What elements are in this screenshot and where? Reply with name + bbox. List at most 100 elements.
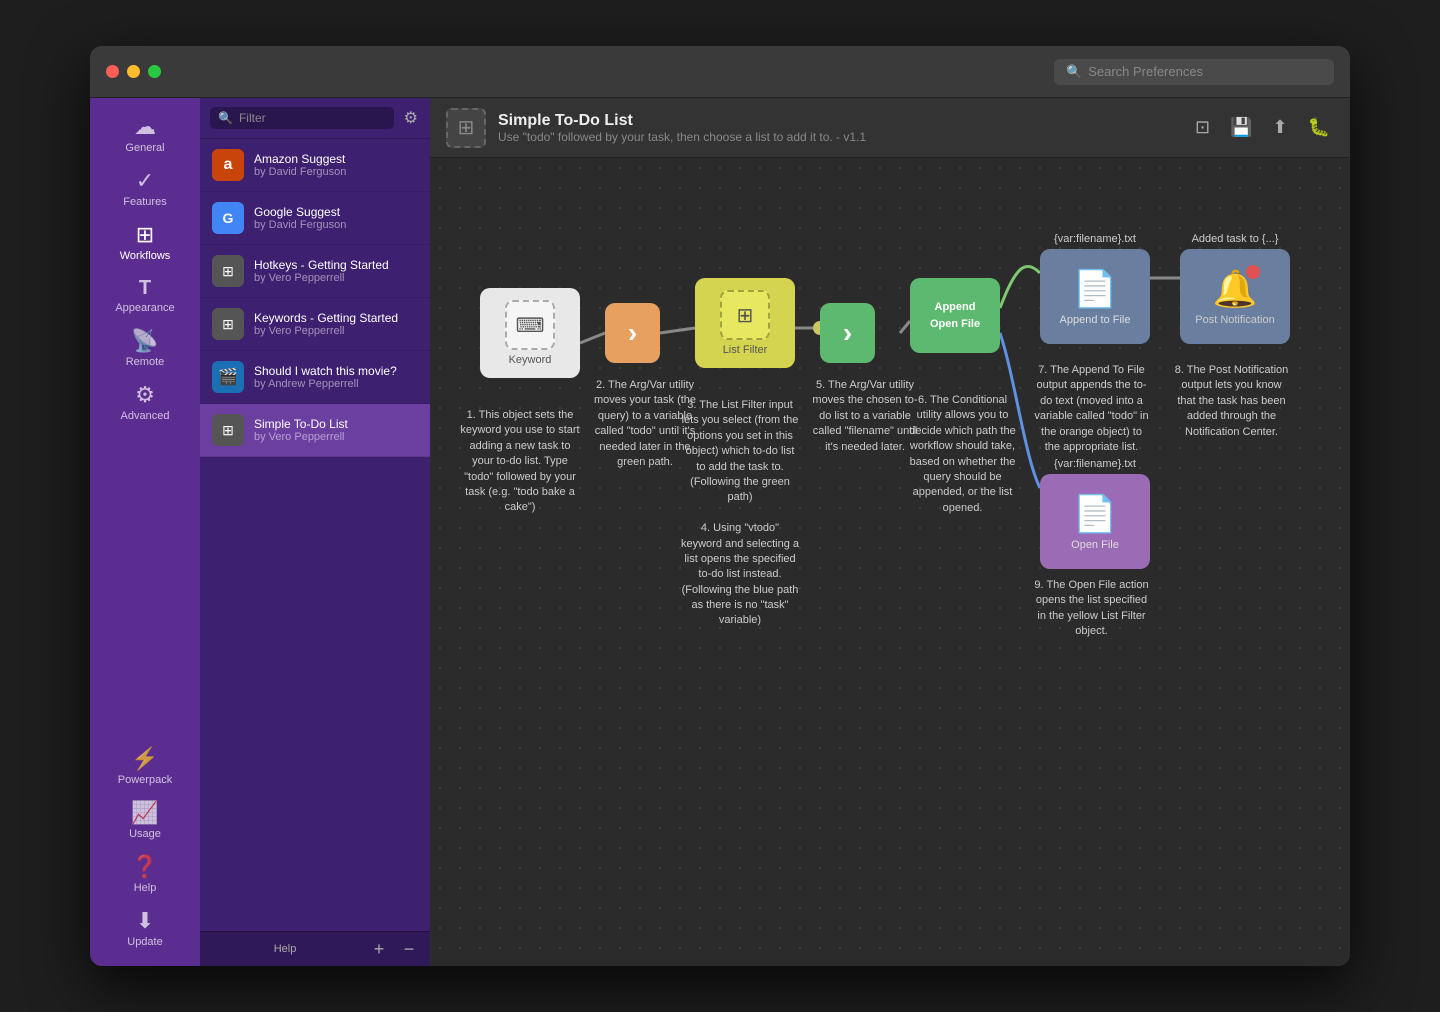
todo-icon: ⊞ [212, 414, 244, 446]
amazon-author: by David Ferguson [254, 166, 418, 178]
workflow-main-title: Simple To-Do List [498, 112, 1191, 130]
hotkeys-icon: ⊞ [212, 255, 244, 287]
sidebar-item-advanced[interactable]: ⚙ Advanced [90, 376, 200, 430]
search-icon: 🔍 [1066, 64, 1082, 80]
append-open-node[interactable]: Append Open File [910, 278, 1000, 353]
usage-icon: 📈 [131, 802, 158, 824]
append-file-node[interactable]: {var:filename}.txt 📄 Append to File [1040, 233, 1150, 344]
google-title: Google Suggest [254, 205, 418, 219]
sidebar-item-features[interactable]: ✓ Features [90, 162, 200, 216]
list-filter-label: List Filter [723, 344, 768, 356]
close-button[interactable] [106, 65, 119, 78]
list-item[interactable]: ⊞ Keywords - Getting Started by Vero Pep… [200, 298, 430, 351]
todo-author: by Vero Pepperrell [254, 431, 418, 443]
canvas-inner: ⌨ Keyword › [450, 178, 1350, 928]
filter-input-wrap[interactable]: 🔍 [210, 107, 394, 129]
list-item[interactable]: ⊞ Simple To-Do List by Vero Pepperrell [200, 404, 430, 457]
keywords-item-text: Keywords - Getting Started by Vero Peppe… [254, 311, 418, 337]
desc-append-file: 7. The Append To File output appends the… [1034, 363, 1149, 455]
arg-var-1-node[interactable]: › [605, 303, 660, 363]
workflow-items: a Amazon Suggest by David Ferguson G Goo… [200, 139, 430, 931]
main-window: 🔍 ☁ General ✓ Features ⊞ Workflows T App… [90, 46, 1350, 966]
search-preferences-input[interactable] [1088, 64, 1322, 79]
sidebar-label-powerpack: Powerpack [118, 774, 172, 786]
movie-icon: 🎬 [212, 361, 244, 393]
open-file-node[interactable]: {var:filename}.txt 📄 Open File [1040, 458, 1150, 569]
appearance-icon: T [139, 278, 151, 298]
minimize-button[interactable] [127, 65, 140, 78]
list-item[interactable]: ⊞ Hotkeys - Getting Started by Vero Pepp… [200, 245, 430, 298]
amazon-icon: a [212, 149, 244, 181]
workflow-action-btn-2[interactable]: 💾 [1226, 113, 1256, 142]
header-actions: ⊡ 💾 ⬆ 🐛 [1191, 113, 1334, 142]
workflow-action-btn-3[interactable]: ⬆ [1268, 113, 1291, 142]
sidebar-label-appearance: Appearance [115, 302, 174, 314]
update-icon: ⬇ [136, 910, 154, 932]
canvas-area[interactable]: ⌨ Keyword › [430, 158, 1350, 966]
keywords-icon: ⊞ [212, 308, 244, 340]
titlebar: 🔍 [90, 46, 1350, 98]
workflow-action-btn-4[interactable]: 🐛 [1304, 113, 1334, 142]
append-file-label: Append to File [1060, 314, 1131, 326]
keywords-title: Keywords - Getting Started [254, 311, 418, 325]
arg1-symbol: › [628, 317, 637, 349]
filter-input[interactable] [239, 111, 386, 125]
add-workflow-button[interactable]: + [368, 938, 390, 960]
workflow-subtitle: Use "todo" followed by your task, then c… [498, 130, 1191, 144]
sidebar-item-update[interactable]: ⬇ Update [90, 902, 200, 956]
append-label1: Append [935, 300, 976, 314]
open-file-filename: {var:filename}.txt [1054, 458, 1136, 470]
file-icon: 📄 [1073, 268, 1118, 310]
desc-open-file: 9. The Open File action opens the list s… [1034, 578, 1149, 640]
workflow-icon-symbol: ⊞ [458, 115, 475, 140]
list-item[interactable]: G Google Suggest by David Ferguson [200, 192, 430, 245]
keyword-node[interactable]: ⌨ Keyword [480, 288, 580, 378]
sidebar-item-remote[interactable]: 📡 Remote [90, 322, 200, 376]
notification-dot [1246, 265, 1260, 279]
keyword-icon-area: ⌨ [505, 300, 555, 350]
sidebar-label-workflows: Workflows [120, 250, 171, 262]
sidebar-item-appearance[interactable]: T Appearance [90, 270, 200, 322]
list-item[interactable]: a Amazon Suggest by David Ferguson [200, 139, 430, 192]
remove-workflow-button[interactable]: − [398, 938, 420, 960]
hotkeys-author: by Vero Pepperrell [254, 272, 418, 284]
sidebar-label-help: Help [134, 882, 157, 894]
sidebar-item-powerpack[interactable]: ⚡ Powerpack [90, 740, 200, 794]
search-preferences-input-wrap[interactable]: 🔍 [1054, 59, 1334, 85]
notification-title-text: Added task to {...} [1192, 233, 1279, 245]
gear-button[interactable]: ⚙ [402, 106, 420, 130]
general-icon: ☁ [134, 116, 156, 138]
sidebar-item-general[interactable]: ☁ General [90, 108, 200, 162]
workflow-title-group: Simple To-Do List Use "todo" followed by… [498, 112, 1191, 144]
filter-icon: 🔍 [218, 111, 233, 125]
fullscreen-button[interactable] [148, 65, 161, 78]
help-icon: ❓ [131, 856, 158, 878]
sidebar-label-features: Features [123, 196, 166, 208]
list-item[interactable]: 🎬 Should I watch this movie? by Andrew P… [200, 351, 430, 404]
amazon-title: Amazon Suggest [254, 152, 418, 166]
sidebar-label-usage: Usage [129, 828, 161, 840]
footer-help-label[interactable]: Help [210, 943, 360, 955]
google-item-text: Google Suggest by David Ferguson [254, 205, 418, 231]
movie-item-text: Should I watch this movie? by Andrew Pep… [254, 364, 418, 390]
google-icon: G [212, 202, 244, 234]
google-author: by David Ferguson [254, 219, 418, 231]
icon-sidebar: ☁ General ✓ Features ⊞ Workflows T Appea… [90, 98, 200, 966]
workflow-large-icon: ⊞ [446, 108, 486, 148]
content-area: ⊞ Simple To-Do List Use "todo" followed … [430, 98, 1350, 966]
sidebar-label-remote: Remote [126, 356, 165, 368]
workflow-list: 🔍 ⚙ a Amazon Suggest by David Ferguson G [200, 98, 430, 966]
list-filter-node[interactable]: ⊞ List Filter [695, 278, 795, 368]
notification-icon-wrap: 🔔 [1213, 268, 1258, 310]
content-header: ⊞ Simple To-Do List Use "todo" followed … [430, 98, 1350, 158]
open-file-label: Open File [1071, 539, 1119, 551]
workflow-list-header: 🔍 ⚙ [200, 98, 430, 139]
arg-var-2-node[interactable]: › [820, 303, 875, 363]
sidebar-item-workflows[interactable]: ⊞ Workflows [90, 216, 200, 270]
workflows-icon: ⊞ [136, 224, 154, 246]
workflow-action-btn-1[interactable]: ⊡ [1191, 113, 1214, 142]
arg2-symbol: › [843, 317, 852, 349]
sidebar-item-usage[interactable]: 📈 Usage [90, 794, 200, 848]
notification-node[interactable]: Added task to {...} 🔔 Post Notification [1180, 233, 1290, 344]
sidebar-item-help[interactable]: ❓ Help [90, 848, 200, 902]
